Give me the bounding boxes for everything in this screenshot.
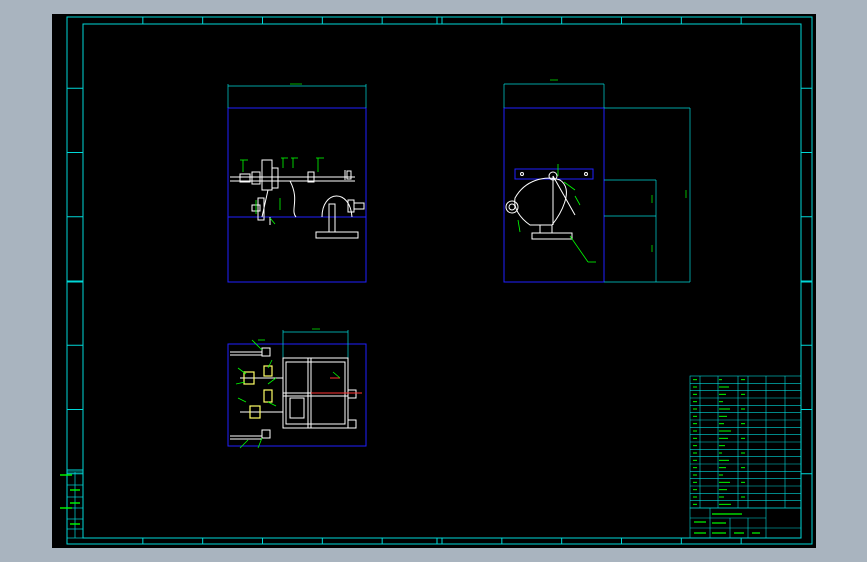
- cad-drawing[interactable]: [0, 0, 867, 562]
- model-space: [52, 14, 816, 548]
- cad-viewport[interactable]: [0, 0, 867, 562]
